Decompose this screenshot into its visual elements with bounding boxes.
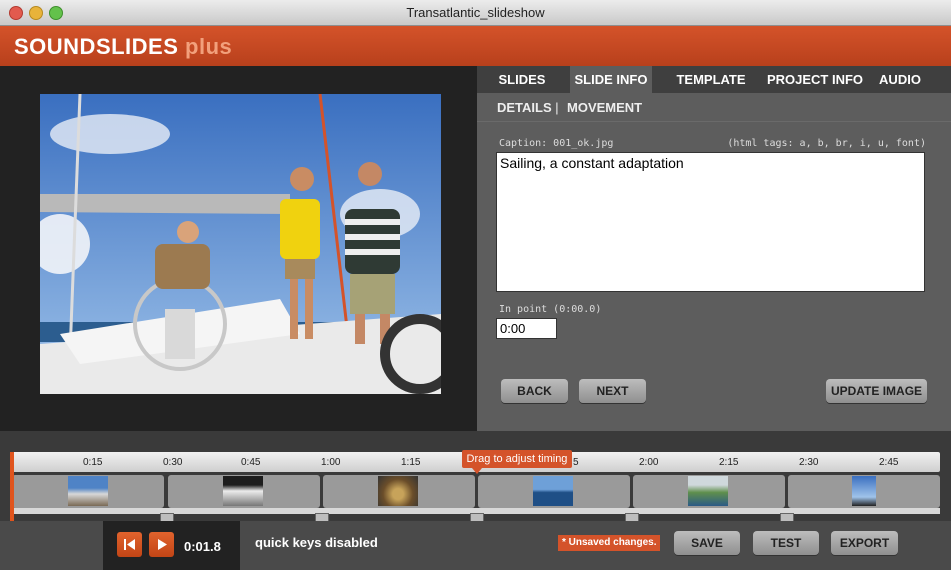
- tick-label: 2:00: [639, 457, 659, 468]
- back-button[interactable]: BACK: [501, 379, 568, 403]
- tick-label: 1:15: [401, 457, 421, 468]
- slide-thumbnail[interactable]: [68, 476, 108, 506]
- test-button[interactable]: TEST: [753, 531, 819, 555]
- app-logo: SOUNDSLIDES plus: [14, 34, 232, 60]
- tick-label: 5: [573, 457, 579, 468]
- save-button[interactable]: SAVE: [674, 531, 740, 555]
- tick-label: 0:15: [83, 457, 103, 468]
- tab-audio[interactable]: AUDIO: [873, 66, 927, 93]
- caption-input[interactable]: Sailing, a constant adaptation: [496, 152, 925, 292]
- quick-keys-status: quick keys disabled: [255, 535, 378, 550]
- slide-preview-image: [40, 94, 441, 394]
- slide-thumbnail[interactable]: [852, 476, 876, 506]
- caption-label: Caption: 001_ok.jpg: [499, 138, 614, 149]
- slide-thumbnail[interactable]: [378, 476, 418, 506]
- tick-label: 2:45: [879, 457, 899, 468]
- next-button[interactable]: NEXT: [579, 379, 646, 403]
- playhead[interactable]: [10, 452, 14, 522]
- tick-label: 2:15: [719, 457, 739, 468]
- slide-thumbnail[interactable]: [223, 476, 263, 506]
- brand-main: SOUNDSLIDES: [14, 34, 179, 59]
- unsaved-changes-badge: * Unsaved changes.: [558, 535, 661, 551]
- tab-template[interactable]: TEMPLATE: [670, 66, 752, 93]
- in-point-label: In point (0:00.0): [499, 304, 602, 315]
- play-icon: [158, 539, 167, 550]
- subtab-details[interactable]: DETAILS: [497, 100, 552, 115]
- subtab-separator: |: [555, 100, 559, 115]
- in-point-input[interactable]: [496, 318, 557, 339]
- tab-slide-info[interactable]: SLIDE INFO: [570, 66, 652, 93]
- slide-thumbnail[interactable]: [688, 476, 728, 506]
- html-tags-hint: (html tags: a, b, br, i, u, font): [727, 138, 926, 149]
- timing-tooltip: Drag to adjust timing: [462, 450, 572, 474]
- tick-label: 2:30: [799, 457, 819, 468]
- tab-slides[interactable]: SLIDES: [486, 66, 558, 93]
- update-image-button[interactable]: UPDATE IMAGE: [826, 379, 927, 403]
- timecode: 0:01.8: [184, 539, 221, 554]
- tick-label: 1:00: [321, 457, 341, 468]
- skip-back-icon: [124, 539, 135, 550]
- subtab-movement[interactable]: MOVEMENT: [567, 100, 642, 115]
- brand-plus: plus: [185, 34, 233, 59]
- window-title: Transatlantic_slideshow: [406, 5, 545, 20]
- tick-label: 0:45: [241, 457, 261, 468]
- rewind-button[interactable]: [117, 532, 142, 557]
- tab-project-info[interactable]: PROJECT INFO: [763, 66, 867, 93]
- slide-thumbnail[interactable]: [533, 476, 573, 506]
- export-button[interactable]: EXPORT: [831, 531, 898, 555]
- tick-label: 0:30: [163, 457, 183, 468]
- play-button[interactable]: [149, 532, 174, 557]
